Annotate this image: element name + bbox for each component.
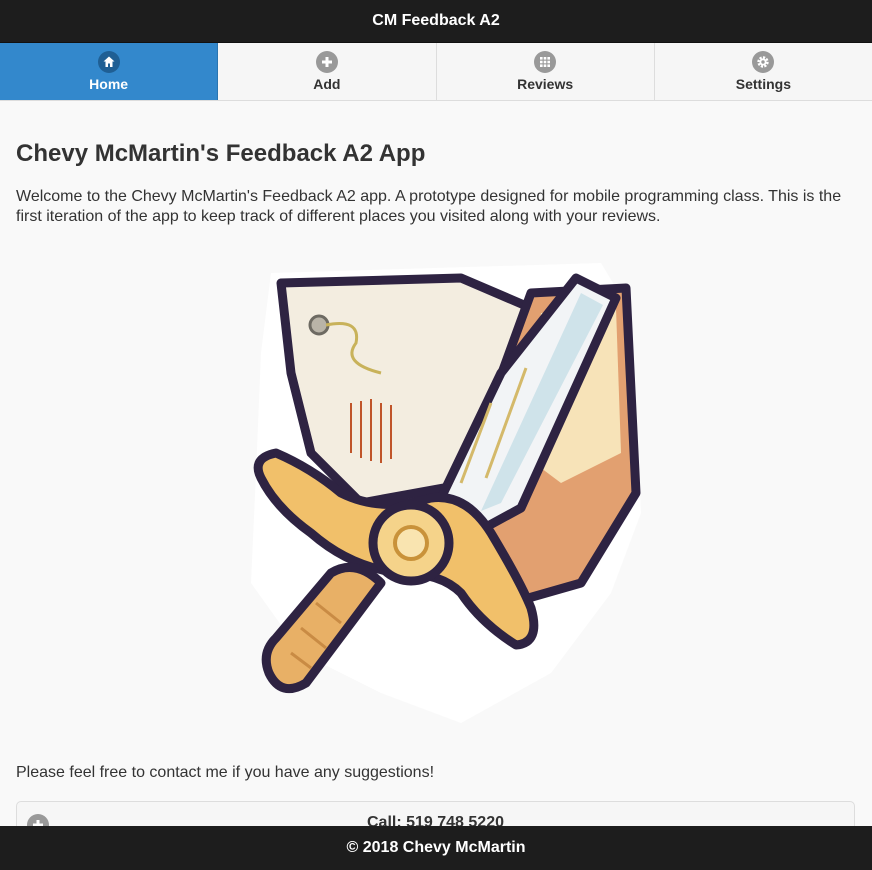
footer-text: © 2018 Chevy McMartin	[346, 839, 526, 856]
call-button[interactable]: Call: 519 748 5220	[16, 801, 855, 826]
page-title: Chevy McMartin's Feedback A2 App	[16, 140, 426, 167]
app-footer: © 2018 Chevy McMartin	[0, 826, 872, 870]
tab-settings-label: Settings	[735, 76, 791, 92]
tab-home-label: Home	[89, 76, 129, 92]
tab-home[interactable]: Home	[0, 43, 219, 100]
tab-reviews-label: Reviews	[517, 76, 574, 92]
app-header: CM Feedback A2	[0, 0, 872, 43]
tab-settings[interactable]: Settings	[654, 43, 872, 100]
plus-icon	[315, 51, 338, 73]
sword-shield-image	[231, 253, 651, 728]
tab-add-label: Add	[313, 76, 341, 92]
intro-paragraph: Welcome to the Chevy McMartin's Feedback…	[16, 188, 842, 225]
grid-icon	[534, 51, 557, 73]
main-content: Chevy McMartin's Feedback A2 App Welcome…	[16, 101, 856, 826]
contact-text: Please feel free to contact me if you ha…	[16, 764, 435, 781]
nav-bar: Home Add Reviews Settings	[0, 43, 872, 101]
home-icon	[97, 51, 120, 73]
tab-reviews[interactable]: Reviews	[436, 43, 655, 100]
tab-add[interactable]: Add	[218, 43, 437, 100]
app-title: CM Feedback A2	[372, 12, 500, 29]
gear-icon	[752, 51, 775, 73]
call-button-label: Call: 519 748 5220	[367, 814, 504, 826]
plus-icon	[27, 814, 49, 826]
